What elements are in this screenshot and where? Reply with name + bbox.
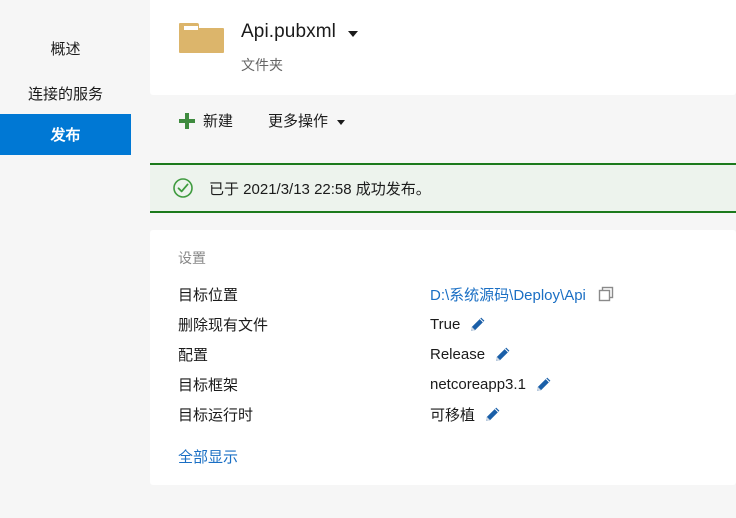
sidebar-item-label: 发布	[50, 127, 81, 144]
target-runtime-value: 可移植	[430, 406, 476, 424]
folder-icon	[179, 23, 224, 53]
pencil-icon[interactable]	[469, 316, 486, 333]
target-framework-value: netcoreapp3.1	[430, 375, 526, 393]
row-value-wrap: True	[430, 316, 486, 333]
profile-subtitle: 文件夹	[241, 57, 283, 73]
configuration-value: Release	[430, 345, 486, 363]
target-location-value[interactable]: D:\系统源码\Deploy\Api	[430, 284, 586, 305]
sidebar-item-label: 连接的服务	[27, 86, 103, 103]
show-all-link[interactable]: 全部显示	[178, 446, 238, 467]
row-value-wrap: netcoreapp3.1	[430, 376, 552, 393]
settings-card: 设置 目标位置 D:\系统源码\Deploy\Api 删除现有文件 True 配…	[150, 230, 736, 485]
settings-row-configuration: 配置 Release	[150, 339, 736, 369]
content-area: Api.pubxml 文件夹 新建 更多操作 已于 2021/3/13 22:5…	[131, 0, 736, 518]
more-actions-label: 更多操作	[268, 113, 329, 130]
profile-header-card: Api.pubxml 文件夹	[150, 0, 736, 95]
check-circle-icon	[173, 178, 193, 198]
pencil-icon[interactable]	[484, 406, 501, 423]
copy-icon[interactable]	[598, 286, 614, 302]
row-value-wrap: D:\系统源码\Deploy\Api	[430, 284, 614, 305]
row-label: 删除现有文件	[178, 316, 269, 334]
profile-title-row: Api.pubxml	[241, 21, 358, 43]
settings-row-target-location: 目标位置 D:\系统源码\Deploy\Api	[150, 279, 736, 309]
pencil-icon[interactable]	[535, 376, 552, 393]
settings-row-target-framework: 目标框架 netcoreapp3.1	[150, 369, 736, 399]
settings-section-title: 设置	[178, 250, 206, 266]
page-title: Api.pubxml	[241, 21, 336, 42]
settings-row-target-runtime: 目标运行时 可移植	[150, 399, 736, 429]
row-label: 目标位置	[178, 286, 239, 304]
settings-rows: 目标位置 D:\系统源码\Deploy\Api 删除现有文件 True 配置 R…	[150, 279, 736, 429]
row-label: 配置	[178, 346, 209, 364]
new-button-label: 新建	[203, 113, 234, 130]
plus-icon	[179, 112, 195, 129]
chevron-down-icon[interactable]	[348, 31, 358, 37]
row-label: 目标框架	[178, 376, 239, 394]
banner-text: 已于 2021/3/13 22:58 成功发布。	[209, 180, 431, 198]
settings-row-delete-existing-files: 删除现有文件 True	[150, 309, 736, 339]
sidebar-item-connected-services[interactable]: 连接的服务	[0, 73, 131, 114]
sidebar-item-publish[interactable]: 发布	[0, 114, 131, 155]
toolbar: 新建 更多操作	[150, 95, 736, 153]
pencil-icon[interactable]	[494, 346, 511, 363]
chevron-down-icon	[337, 120, 346, 125]
sidebar-item-overview[interactable]: 概述	[0, 28, 131, 69]
new-button[interactable]: 新建	[179, 110, 233, 131]
more-actions-button[interactable]: 更多操作	[268, 110, 346, 131]
delete-existing-files-value: True	[430, 315, 461, 333]
sidebar: 概述 连接的服务 发布	[0, 0, 131, 518]
row-value-wrap: 可移植	[430, 404, 501, 425]
row-label: 目标运行时	[178, 406, 254, 424]
row-value-wrap: Release	[430, 346, 511, 363]
sidebar-item-label: 概述	[50, 41, 81, 58]
publish-success-banner: 已于 2021/3/13 22:58 成功发布。	[150, 163, 736, 213]
